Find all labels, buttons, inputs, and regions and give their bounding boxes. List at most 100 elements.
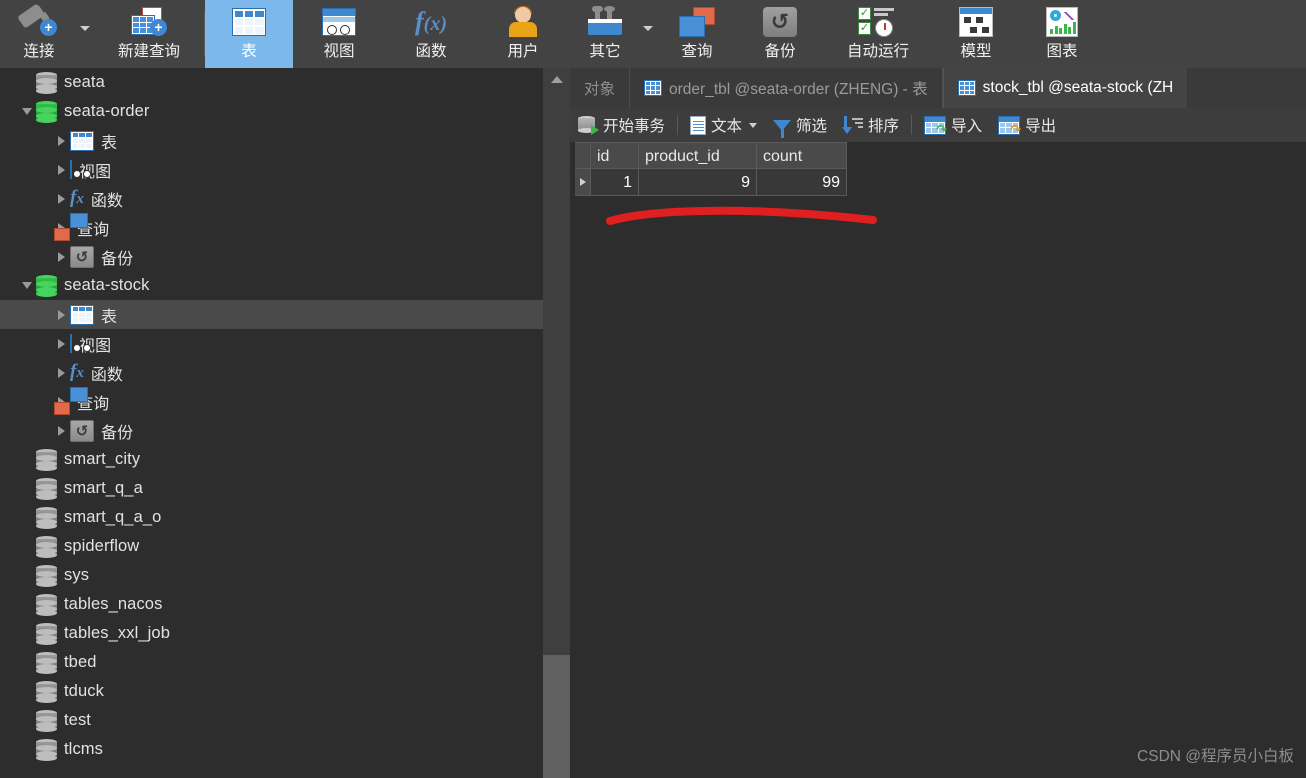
chevron-right-icon[interactable] xyxy=(52,367,70,378)
tree-item-icon xyxy=(36,709,57,732)
tree-item-label: 视图 xyxy=(79,163,112,181)
function-fx-icon: f(x) xyxy=(415,7,447,36)
chevron-up-icon[interactable] xyxy=(543,68,570,90)
tree-item-tbed[interactable]: tbed xyxy=(0,648,543,677)
tab-order-tbl[interactable]: order_tbl @seata-order (ZHENG) - 表 xyxy=(629,68,943,108)
tree-item-表[interactable]: 表 xyxy=(0,300,543,329)
sort-button[interactable]: 排序 xyxy=(835,108,907,142)
tree-item-icon xyxy=(36,680,57,703)
tree-item-tables_xxl_job[interactable]: tables_xxl_job xyxy=(0,619,543,648)
chevron-right-icon[interactable] xyxy=(52,338,70,349)
text-mode-button[interactable]: 文本 xyxy=(682,108,765,142)
tree-item-icon: fx xyxy=(70,361,84,384)
tree-item-spiderflow[interactable]: spiderflow xyxy=(0,532,543,561)
tree-item-seata[interactable]: seata xyxy=(0,68,543,97)
database-navigator-tree[interactable]: seata seata-order 表视图 fx 函数 查询 ↺ 备份 seata-stock 表… xyxy=(0,68,543,778)
grid-header-row: id product_id count xyxy=(575,142,847,169)
sidebar-scrollbar-thumb[interactable] xyxy=(543,655,570,778)
current-row-marker[interactable] xyxy=(575,169,591,196)
begin-transaction-button[interactable]: 开始事务 xyxy=(570,108,673,142)
automation-icon: ✓ ✓ xyxy=(858,2,898,42)
tree-item-tables_nacos[interactable]: tables_nacos xyxy=(0,590,543,619)
ribbon-button-other[interactable]: 其它 xyxy=(569,0,641,68)
tree-item-查询[interactable]: 查询 xyxy=(0,212,543,242)
result-data-grid[interactable]: id product_id count 1 9 99 xyxy=(575,142,847,196)
tree-item-label: 函数 xyxy=(90,192,124,210)
chevron-right-icon[interactable] xyxy=(52,309,70,320)
tree-item-label: 备份 xyxy=(101,250,134,268)
chevron-right-icon[interactable] xyxy=(52,251,70,262)
ribbon-label-view: 视图 xyxy=(323,43,355,60)
export-button[interactable]: ↷ 导出 xyxy=(990,108,1064,142)
ribbon-button-function[interactable]: f(x) 函数 xyxy=(385,0,477,68)
database-green-icon xyxy=(36,100,57,123)
ribbon-button-user[interactable]: 用户 xyxy=(477,0,569,68)
tree-item-sys[interactable]: sys xyxy=(0,561,543,590)
ribbon-label-backup: 备份 xyxy=(764,43,796,60)
column-header-count[interactable]: count xyxy=(757,142,847,169)
database-gray-icon xyxy=(36,535,57,558)
model-icon xyxy=(959,2,993,42)
tree-item-label: 表 xyxy=(101,134,118,152)
other-dropdown-toggle[interactable] xyxy=(641,0,657,68)
column-header-product-id[interactable]: product_id xyxy=(639,142,757,169)
tree-item-smart_city[interactable]: smart_city xyxy=(0,445,543,474)
tree-item-seata-stock[interactable]: seata-stock xyxy=(0,271,543,300)
tree-item-label: tables_xxl_job xyxy=(64,624,170,642)
database-gray-icon xyxy=(36,651,57,674)
ribbon-button-connect[interactable]: + 连接 xyxy=(0,0,78,68)
tree-item-tlcms[interactable]: tlcms xyxy=(0,735,543,764)
view-icon xyxy=(70,333,91,353)
tree-item-label: 函数 xyxy=(90,366,124,384)
sidebar-scrollbar[interactable] xyxy=(543,68,570,778)
chevron-down-icon[interactable] xyxy=(18,282,36,289)
chevron-down-icon[interactable] xyxy=(18,108,36,115)
ribbon-button-chart[interactable]: 图表 xyxy=(1019,0,1105,68)
tab-stock-tbl[interactable]: stock_tbl @seata-stock (ZH xyxy=(942,68,1188,108)
ribbon-label-other: 其它 xyxy=(589,43,621,60)
tree-item-seata-order[interactable]: seata-order xyxy=(0,97,543,126)
ribbon-button-table[interactable]: 表 xyxy=(205,0,293,68)
chevron-down-icon[interactable] xyxy=(749,122,758,128)
tree-item-test[interactable]: test xyxy=(0,706,543,735)
ribbon-button-backup[interactable]: ↺ 备份 xyxy=(737,0,823,68)
ribbon-button-automation[interactable]: ✓ ✓ 自动运行 xyxy=(823,0,933,68)
chevron-right-icon[interactable] xyxy=(52,193,70,204)
ribbon-button-view[interactable]: 视图 xyxy=(293,0,385,68)
tree-item-smart_q_a[interactable]: smart_q_a xyxy=(0,474,543,503)
tree-item-label: seata-stock xyxy=(64,276,150,294)
chevron-right-icon[interactable] xyxy=(52,135,70,146)
tree-item-函数[interactable]: fx 函数 xyxy=(0,184,543,213)
backup-icon: ↺ xyxy=(70,245,94,268)
column-header-id[interactable]: id xyxy=(591,142,639,169)
tree-item-函数[interactable]: fx 函数 xyxy=(0,358,543,387)
tree-item-表[interactable]: 表 xyxy=(0,126,543,155)
toolbox-icon xyxy=(588,2,622,42)
chevron-right-icon[interactable] xyxy=(52,425,70,436)
ribbon-button-new-query[interactable]: + 新建查询 xyxy=(94,0,204,68)
tree-item-icon xyxy=(70,130,94,151)
import-button[interactable]: ↷ 导入 xyxy=(916,108,990,142)
tree-item-smart_q_a_o[interactable]: smart_q_a_o xyxy=(0,503,543,532)
table-row[interactable]: 1 9 99 xyxy=(575,169,847,196)
ribbon-button-query[interactable]: 查询 xyxy=(657,0,737,68)
tree-item-tduck[interactable]: tduck xyxy=(0,677,543,706)
database-green-icon xyxy=(36,274,57,297)
ribbon-button-model[interactable]: 模型 xyxy=(933,0,1019,68)
tree-item-查询[interactable]: 查询 xyxy=(0,386,543,416)
connect-dropdown-toggle[interactable] xyxy=(78,0,94,68)
cell-product-id[interactable]: 9 xyxy=(639,169,757,196)
ribbon-label-new-query: 新建查询 xyxy=(117,43,180,60)
cell-id[interactable]: 1 xyxy=(591,169,639,196)
tree-item-备份[interactable]: ↺ 备份 xyxy=(0,416,543,445)
chevron-down-icon xyxy=(643,25,653,31)
chevron-right-icon[interactable] xyxy=(52,164,70,175)
filter-button[interactable]: 筛选 xyxy=(765,108,835,142)
tab-objects[interactable]: 对象 xyxy=(570,68,629,108)
ribbon-label-table: 表 xyxy=(241,43,257,60)
tree-item-label: 视图 xyxy=(79,337,112,355)
cell-count[interactable]: 99 xyxy=(757,169,847,196)
tree-item-备份[interactable]: ↺ 备份 xyxy=(0,242,543,271)
tree-item-视图[interactable]: 视图 xyxy=(0,155,543,184)
tree-item-视图[interactable]: 视图 xyxy=(0,329,543,358)
